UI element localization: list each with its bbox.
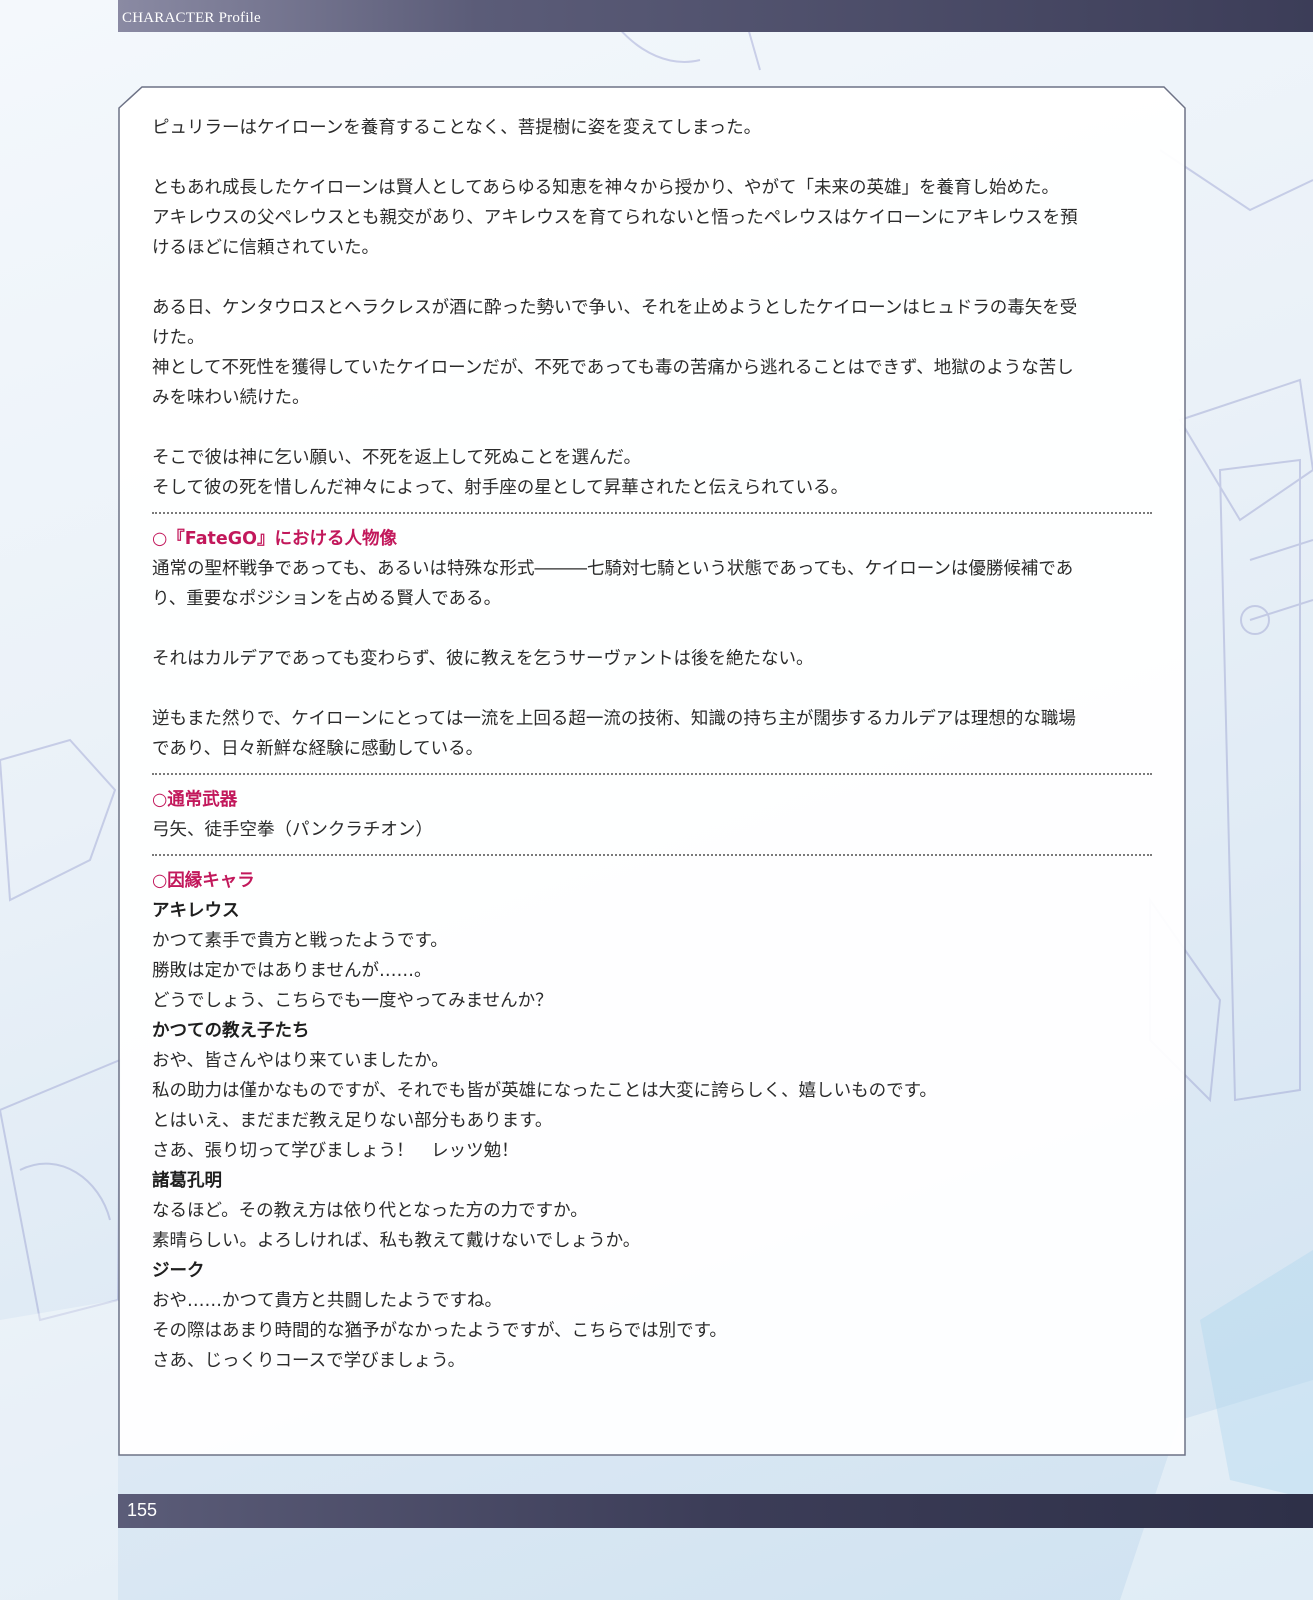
dialogue-line: どうでしょう、こちらでも一度やってみませんか？ (152, 991, 553, 1011)
dialogue-line: さあ、じっくりコースで学びましょう。 (152, 1351, 466, 1371)
section-heading-fatego: ○『FateGO』における人物像 (152, 529, 397, 549)
weapons-text: 弓矢、徒手空拳（パンクラチオン） (152, 820, 433, 840)
profile-text: ピュリラーはケイローンを養育することなく、菩提樹に姿を変えてしまった。 ともあれ… (152, 113, 1152, 1376)
dialogue-line: 私の助力は僅かなものですが、それでも皆が英雄になったことは大変に誇らしく、嬉しい… (152, 1081, 937, 1101)
dialogue-line: その際はあまり時間的な猶予がなかったようですが、こちらでは別です。 (152, 1321, 727, 1341)
paragraph: ピュリラーはケイローンを養育することなく、菩提樹に姿を変えてしまった。 (152, 118, 762, 138)
header-title: CHARACTER Profile (122, 10, 261, 26)
paragraph: り、重要なポジションを占める賢人である。 (152, 589, 502, 609)
dotted-divider (152, 512, 1152, 514)
dialogue-line: とはいえ、まだまだ教え足りない部分もあります。 (152, 1111, 553, 1131)
paragraph: それはカルデアであっても変わらず、彼に教えを乞うサーヴァントは後を絶たない。 (152, 649, 814, 669)
paragraph: であり、日々新鮮な経験に感動している。 (152, 739, 484, 759)
paragraph: けるほどに信頼されていた。 (152, 238, 379, 258)
dotted-divider (152, 773, 1152, 775)
dialogue-line: 素晴らしい。よろしければ、私も教えて戴けないでしょうか。 (152, 1231, 641, 1251)
paragraph: けた。 (152, 328, 205, 348)
dialogue-line: 勝敗は定かではありませんが……。 (152, 961, 432, 981)
section-heading-relations: ○因縁キャラ (152, 871, 255, 891)
section-heading-weapons: ○通常武器 (152, 790, 238, 810)
paragraph: みを味わい続けた。 (152, 388, 310, 408)
character-name: アキレウス (152, 901, 240, 921)
paragraph: 通常の聖杯戦争であっても、あるいは特殊な形式―――七騎対七騎という状態であっても… (152, 559, 1074, 579)
paragraph: そして彼の死を惜しんだ神々によって、射手座の星として昇華されたと伝えられている。 (152, 478, 849, 498)
dialogue-line: かつて素手で貴方と戦ったようです。 (152, 931, 448, 951)
dialogue-line: おや、皆さんやはり来ていましたか。 (152, 1051, 449, 1071)
paragraph: ともあれ成長したケイローンは賢人としてあらゆる知恵を神々から授かり、やがて「未来… (152, 178, 1060, 198)
dialogue-line: さあ、張り切って学びましょう！ レッツ勉！ (152, 1141, 519, 1161)
paragraph: 神として不死性を獲得していたケイローンだが、不死であっても毒の苦痛から逃れること… (152, 358, 1074, 378)
page-number: 155 (127, 1500, 158, 1520)
paragraph: 逆もまた然りで、ケイローンにとっては一流を上回る超一流の技術、知識の持ち主が闊歩… (152, 709, 1076, 729)
dotted-divider (152, 854, 1152, 856)
paragraph: ある日、ケンタウロスとヘラクレスが酒に酔った勢いで争い、それを止めようとしたケイ… (152, 298, 1078, 318)
paragraph: アキレウスの父ペレウスとも親交があり、アキレウスを育てられないと悟ったペレウスは… (152, 208, 1078, 228)
paragraph: そこで彼は神に乞い願い、不死を返上して死ぬことを選んだ。 (152, 448, 641, 468)
header-bar (118, 0, 1313, 32)
character-name: ジーク (152, 1261, 205, 1281)
character-name: かつての教え子たち (152, 1021, 310, 1041)
character-name: 諸葛孔明 (152, 1171, 222, 1191)
footer-bar (118, 1494, 1313, 1528)
dialogue-line: なるほど。その教え方は依り代となった方の力ですか。 (152, 1201, 588, 1221)
dialogue-line: おや……かつて貴方と共闘したようですね。 (152, 1291, 502, 1311)
